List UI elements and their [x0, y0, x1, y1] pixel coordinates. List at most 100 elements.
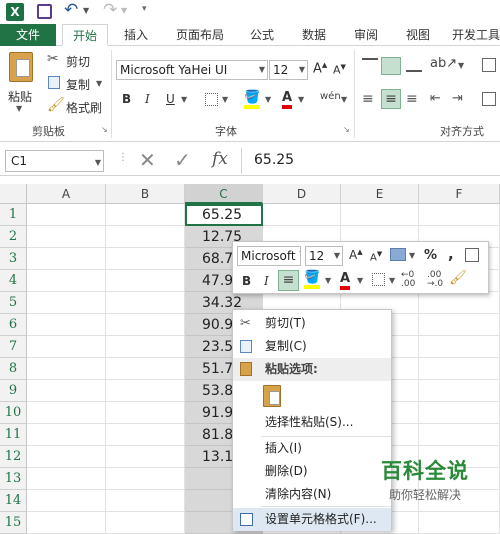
- row-header[interactable]: 8: [0, 358, 27, 380]
- fill-color-dropdown-icon[interactable]: ▼: [265, 95, 271, 104]
- grid-cell[interactable]: [27, 336, 106, 358]
- mini-border-icon[interactable]: [372, 273, 385, 286]
- tab-file[interactable]: 文件: [0, 24, 56, 46]
- grid-cell[interactable]: [27, 270, 106, 292]
- grid-cell[interactable]: [106, 468, 185, 490]
- phonetic-dropdown-icon[interactable]: ▼: [341, 95, 347, 104]
- formula-input[interactable]: 65.25: [241, 148, 500, 174]
- tab-page-layout[interactable]: 页面布局: [167, 24, 233, 46]
- grid-cell[interactable]: [106, 380, 185, 402]
- paste-dropdown-icon[interactable]: ▼: [16, 104, 22, 113]
- font-name-combo[interactable]: Microsoft YaHei UI ▼: [116, 60, 268, 80]
- grid-cell[interactable]: [419, 358, 500, 380]
- mini-fill-color-icon[interactable]: 🪣: [304, 270, 321, 289]
- mini-number-format-icon[interactable]: [390, 248, 406, 261]
- row-header[interactable]: 5: [0, 292, 27, 314]
- grid-cell[interactable]: [419, 380, 500, 402]
- format-painter-icon[interactable]: 🖌: [47, 97, 65, 113]
- mini-increase-decimal-icon[interactable]: ←0.00: [401, 271, 415, 289]
- grid-cell[interactable]: [106, 292, 185, 314]
- column-header-e[interactable]: E: [341, 184, 419, 204]
- row-header[interactable]: 3: [0, 248, 27, 270]
- align-bottom-icon[interactable]: [406, 58, 422, 72]
- border-dropdown-icon[interactable]: ▼: [222, 95, 228, 104]
- bold-icon[interactable]: B: [122, 92, 131, 106]
- cancel-icon[interactable]: ✕: [139, 148, 156, 172]
- mini-percent-icon[interactable]: %: [424, 248, 437, 263]
- clipboard-launcher-icon[interactable]: ↘: [101, 125, 108, 134]
- merge-center-icon[interactable]: [482, 92, 496, 106]
- cut-button[interactable]: 剪切: [66, 53, 90, 70]
- name-box[interactable]: C1 ▼: [5, 150, 104, 172]
- grid-cell[interactable]: [27, 204, 106, 226]
- paste-button[interactable]: 粘贴: [8, 88, 32, 105]
- grid-cell[interactable]: [106, 358, 185, 380]
- grid-cell[interactable]: [106, 336, 185, 358]
- font-size-combo[interactable]: 12 ▼: [269, 60, 308, 80]
- undo-icon[interactable]: ↶: [64, 0, 78, 20]
- grid-cell[interactable]: [27, 226, 106, 248]
- row-header[interactable]: 11: [0, 424, 27, 446]
- mini-fill-color-dropdown-icon[interactable]: ▼: [325, 276, 331, 285]
- font-color-icon[interactable]: A: [282, 90, 293, 109]
- mini-border-dropdown-icon[interactable]: ▼: [389, 276, 395, 285]
- decrease-font-icon[interactable]: A▼: [333, 63, 346, 77]
- mini-wrap-icon[interactable]: [465, 248, 479, 262]
- mini-font-color-dropdown-icon[interactable]: ▼: [357, 276, 363, 285]
- border-icon[interactable]: [205, 93, 218, 106]
- mini-font-color-icon[interactable]: A: [340, 271, 351, 290]
- underline-icon[interactable]: U: [166, 92, 175, 106]
- insert-function-icon[interactable]: fx: [212, 149, 228, 169]
- cell-c1[interactable]: 65.25: [185, 204, 263, 226]
- menu-item-copy[interactable]: 复制(C): [233, 335, 391, 358]
- mini-decrease-decimal-icon[interactable]: .00 →.0: [427, 271, 443, 289]
- menu-item-format-cells[interactable]: 设置单元格格式(F)...: [233, 508, 391, 531]
- grid-cell[interactable]: [27, 402, 106, 424]
- align-center-icon[interactable]: ≡: [381, 89, 401, 109]
- grid-cell[interactable]: [106, 424, 185, 446]
- fill-color-icon[interactable]: 🪣: [244, 90, 261, 109]
- tab-insert[interactable]: 插入: [114, 24, 158, 46]
- row-header[interactable]: 1: [0, 204, 27, 226]
- cut-icon[interactable]: ✂: [47, 51, 59, 67]
- tab-home[interactable]: 开始: [62, 24, 108, 46]
- row-header[interactable]: 12: [0, 446, 27, 468]
- row-header[interactable]: 7: [0, 336, 27, 358]
- column-header-f[interactable]: F: [419, 184, 500, 204]
- grid-cell[interactable]: [27, 468, 106, 490]
- align-left-icon[interactable]: ≡: [362, 91, 374, 107]
- grid-cell[interactable]: [106, 270, 185, 292]
- row-header[interactable]: 14: [0, 490, 27, 512]
- increase-font-icon[interactable]: A▲: [313, 61, 327, 76]
- select-all-corner[interactable]: [0, 184, 27, 204]
- underline-dropdown-icon[interactable]: ▼: [181, 95, 187, 104]
- row-header[interactable]: 2: [0, 226, 27, 248]
- format-painter-button[interactable]: 格式刷: [66, 99, 102, 116]
- orientation-icon[interactable]: ab↗: [430, 56, 457, 71]
- mini-bold-icon[interactable]: B: [242, 274, 251, 288]
- mini-number-format-dropdown-icon[interactable]: ▼: [409, 251, 415, 260]
- grid-cell[interactable]: [419, 424, 500, 446]
- mini-increase-font-icon[interactable]: A▲: [349, 248, 363, 262]
- paste-option-button[interactable]: [263, 385, 281, 407]
- row-header[interactable]: 6: [0, 314, 27, 336]
- orientation-dropdown-icon[interactable]: ▼: [458, 61, 464, 70]
- row-header[interactable]: 9: [0, 380, 27, 402]
- row-header[interactable]: 13: [0, 468, 27, 490]
- grid-cell[interactable]: [27, 446, 106, 468]
- row-header[interactable]: 4: [0, 270, 27, 292]
- align-top-icon[interactable]: [362, 58, 378, 72]
- italic-icon[interactable]: I: [145, 92, 150, 106]
- grid-cell[interactable]: [27, 380, 106, 402]
- copy-dropdown-icon[interactable]: ▼: [96, 79, 102, 88]
- paste-icon[interactable]: [9, 52, 33, 82]
- row-header[interactable]: 10: [0, 402, 27, 424]
- grid-cell[interactable]: [27, 314, 106, 336]
- wrap-text-icon[interactable]: [482, 58, 496, 72]
- grid-cell[interactable]: [106, 314, 185, 336]
- copy-icon[interactable]: [48, 76, 60, 89]
- save-icon[interactable]: [37, 4, 52, 19]
- mini-size-combo[interactable]: 12 ▼: [305, 246, 343, 266]
- grid-cell[interactable]: [27, 248, 106, 270]
- tab-review[interactable]: 审阅: [344, 24, 388, 46]
